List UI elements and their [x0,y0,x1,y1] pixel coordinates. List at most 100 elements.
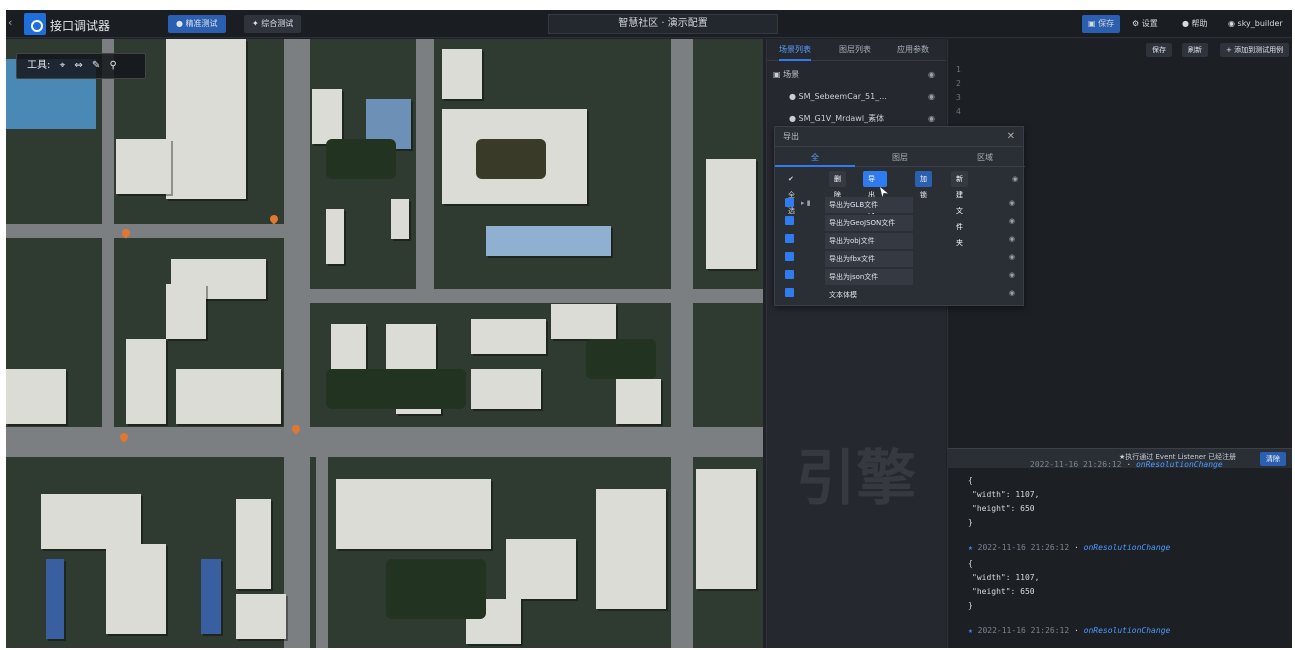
building [386,324,436,374]
building [236,594,286,639]
road-vertical [416,39,434,289]
road-vertical [284,39,310,648]
building [596,489,666,609]
app-window: ‹ 接口调试器 ● 精准测试 ✦ 综合测试 智慧社区 · 演示配置 ▣ 保存 ⚙… [6,10,1292,648]
code-save-button[interactable]: 保存 [1146,43,1172,57]
building [336,479,491,549]
export-glb-option[interactable]: 导出为GLB文件 [825,197,913,213]
building [391,199,409,239]
eye-icon[interactable]: ◉ [1009,213,1015,229]
eye-icon[interactable]: ◉ [1009,195,1015,211]
checkbox[interactable] [785,252,794,261]
back-icon[interactable]: ‹ [8,16,22,32]
export-geojson-option[interactable]: 导出为GeoJSON文件 [825,215,913,231]
new-folder-button[interactable]: 新建文件夹 [951,171,968,247]
check-all-button[interactable]: ✔ 全选 [783,171,800,215]
app-logo-icon [24,13,46,35]
measure-tool-icon[interactable]: ⇔ [74,60,82,71]
building [471,369,541,409]
tree-cluster [586,339,656,379]
tab-layer[interactable]: 图层 [860,149,940,167]
map-toolbar-label: 工具: [27,60,51,71]
dialog-title: 导出 [775,127,1023,147]
export-fbx-option[interactable]: 导出为fbx文件 [825,251,913,267]
export-obj-option[interactable]: 导出为obj文件 [825,233,913,249]
building [616,379,661,424]
tab-scene-list[interactable]: 场景列表 [779,39,811,61]
precise-test-button[interactable]: ● 精准测试 [168,15,226,33]
road-vertical [316,457,328,648]
line-number: 3 [956,93,961,102]
eye-icon[interactable]: ◉ [1009,249,1015,265]
user-menu[interactable]: ◉ sky_builder ▾ [1222,15,1292,46]
project-title: 智慧社区 · 演示配置 [548,14,778,34]
checkbox[interactable] [785,198,794,207]
scene-item[interactable]: ● SM_SebeemCar_51_... ◉ [773,87,943,107]
map-viewport[interactable]: 工具: ⌖ ⇔ ✎ ⚲ [6,39,763,648]
eye-icon[interactable]: ◉ [1007,171,1023,187]
settings-button[interactable]: ⚙ 设置 [1126,15,1164,33]
combined-test-button[interactable]: ✦ 综合测试 [244,15,302,33]
scene-tabs: 场景列表 图层列表 应用参数 [767,39,946,61]
building [696,469,756,589]
building [442,49,482,99]
watermark: 引擎 [796,444,916,514]
building [471,319,546,354]
building [506,539,576,599]
building [551,304,616,339]
eye-icon[interactable]: ◉ [928,65,935,85]
tree-cluster [326,369,466,409]
scene-root[interactable]: ▣ 场景 ◉ [773,65,943,85]
export-dialog: 导出 ✕ 全 图层 区域 ✔ 全选 删除 导出为... 加锁 新建文件夹 ◉ ▸… [774,126,1025,306]
building [706,159,756,269]
eye-icon[interactable]: ◉ [928,87,935,107]
add-test-case-button[interactable]: + 添加到测试用例 [1220,43,1290,57]
help-button[interactable]: ● 帮助 [1176,15,1214,33]
building [326,209,344,264]
eye-icon[interactable]: ◉ [1009,231,1015,247]
tree-cluster [386,559,486,619]
building [41,494,141,549]
dialog-tabs: 全 图层 区域 [775,149,1025,167]
map-toolbar: 工具: ⌖ ⇔ ✎ ⚲ [16,53,146,79]
app-name: 接口调试器 [50,19,111,33]
building [312,89,342,144]
lock-button[interactable]: 加锁 [915,171,932,199]
road-horizontal [6,224,306,238]
building [486,226,611,256]
checkbox[interactable] [785,216,794,225]
road-vertical [671,39,693,648]
export-json-option[interactable]: 导出为json文件 [825,269,913,285]
tree-cluster [326,139,396,179]
tab-app-params[interactable]: 应用参数 [897,39,929,61]
building [236,499,271,589]
checkbox[interactable] [785,270,794,279]
star-icon: ★ [968,626,973,635]
checkbox[interactable] [785,234,794,243]
export-as-button[interactable]: 导出为... [863,171,887,215]
code-refresh-button[interactable]: 刷新 [1182,43,1208,57]
building [116,139,171,194]
eye-icon[interactable]: ◉ [1009,267,1015,283]
draw-tool-icon[interactable]: ✎ [92,60,100,71]
building [201,559,221,634]
tab-layer-list[interactable]: 图层列表 [839,39,871,61]
top-bar: ‹ 接口调试器 ● 精准测试 ✦ 综合测试 智慧社区 · 演示配置 ▣ 保存 ⚙… [6,10,1292,46]
eye-icon[interactable]: ◉ [1009,285,1015,301]
line-number: 1 [956,65,961,74]
tab-area[interactable]: 区域 [945,149,1025,167]
building [126,339,166,424]
checkbox[interactable] [785,288,794,297]
main-road-horizontal [6,427,763,457]
search-tool-icon[interactable]: ⚲ [110,60,117,71]
tab-all[interactable]: 全 [775,149,855,167]
text-model-option[interactable]: 文本体模 [825,287,913,303]
close-icon[interactable]: ✕ [1007,131,1015,142]
pin-tool-icon[interactable]: ⌖ [60,60,66,71]
delete-button[interactable]: 删除 [829,171,846,199]
building [46,559,64,639]
save-button[interactable]: ▣ 保存 [1082,15,1121,33]
building [6,369,66,424]
line-number: 4 [956,107,961,116]
road-horizontal [306,289,763,303]
